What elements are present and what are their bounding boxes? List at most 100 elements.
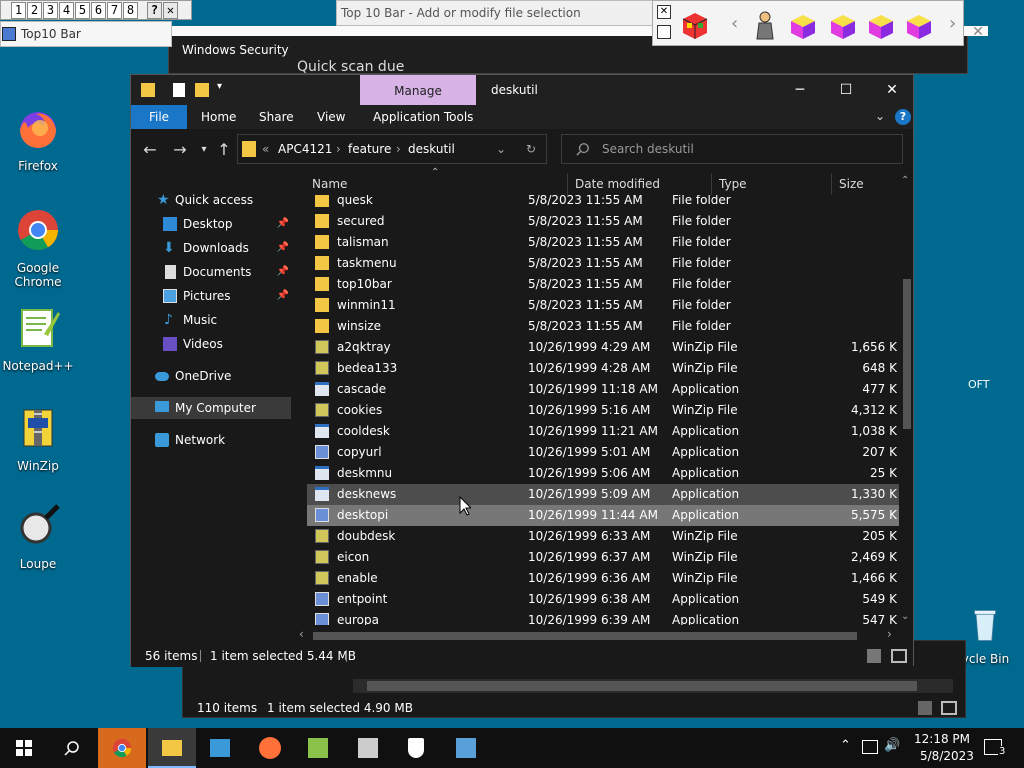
top10-help-button[interactable]: ? (147, 1, 162, 19)
back-details-view-icon[interactable] (918, 701, 932, 715)
scroll-down-icon[interactable]: ⌄ (901, 611, 909, 622)
file-row-a2qktray[interactable]: a2qktray 10/26/1999 4:29 AM WinZip File 1,6… (307, 337, 899, 358)
recycle-bin-icon[interactable] (970, 604, 1000, 644)
back-window-close-icon[interactable]: ✕ (968, 22, 988, 42)
top10-slot-1[interactable]: 1 (11, 1, 26, 19)
network-status-icon[interactable] (862, 740, 878, 754)
nav-documents[interactable]: Documents 📌 (131, 261, 291, 283)
taskbar-defender[interactable] (392, 728, 440, 768)
clock-time[interactable]: 12:18 PM (914, 732, 970, 746)
pin-icon[interactable]: 📌 (277, 261, 289, 283)
taskbar-app-network[interactable] (442, 728, 490, 768)
taskbar-file-explorer[interactable] (148, 728, 196, 768)
title-bar[interactable]: ▾ Manage deskutil ─ ☐ ✕ (131, 75, 913, 105)
search-box[interactable]: Search deskutil (561, 134, 903, 164)
desktop-icon-chrome[interactable]: Google Chrome (0, 206, 76, 289)
details-view-icon[interactable] (867, 649, 881, 663)
scroll-right-icon[interactable]: › (949, 13, 956, 34)
column-header-date[interactable]: Date modified (567, 173, 711, 195)
toolbar-close-icon[interactable]: ✕ (657, 5, 671, 19)
pin-icon[interactable]: 📌 (277, 237, 289, 259)
file-row-cascade[interactable]: cascade 10/26/1999 11:18 AM Application 477… (307, 379, 899, 400)
file-row-europa[interactable]: europa 10/26/1999 6:39 AM Application 547 K (307, 610, 899, 625)
maximize-button[interactable]: ☐ (823, 75, 869, 105)
nav-network[interactable]: Network (131, 429, 291, 451)
tab-application-tools[interactable]: Application Tools (363, 105, 483, 129)
file-row-desktopi[interactable]: desktopi 10/26/1999 11:44 AM Application 5,… (307, 505, 899, 526)
vertical-scroll-thumb[interactable] (903, 279, 911, 429)
pin-icon[interactable]: 📌 (277, 213, 289, 235)
person-icon[interactable] (749, 9, 781, 41)
horizontal-scrollbar[interactable]: ‹ › (297, 627, 901, 643)
file-row-deskmnu[interactable]: deskmnu 10/26/1999 5:06 AM Application 25 K (307, 463, 899, 484)
nav-desktop[interactable]: Desktop 📌 (131, 213, 291, 235)
top10-window-title[interactable]: Top10 Bar (0, 21, 172, 47)
nav-downloads[interactable]: ⬇ Downloads 📌 (131, 237, 291, 259)
scroll-right-arrow-icon[interactable]: › (887, 627, 892, 641)
top10-slot-4[interactable]: 4 (59, 1, 74, 19)
vertical-scrollbar[interactable]: ⌃ ⌄ (899, 175, 913, 625)
file-row-taskmenu[interactable]: taskmenu 5/8/2023 11:55 AM File folder (307, 253, 899, 274)
search-input[interactable]: Search deskutil (602, 135, 694, 163)
top10-close-button[interactable]: ✕ (163, 1, 178, 19)
file-row-desknews[interactable]: desknews 10/26/1999 5:09 AM Application 1,3… (307, 484, 899, 505)
back-arrow-icon[interactable]: ← (139, 139, 161, 161)
file-row-winmin11[interactable]: winmin11 5/8/2023 11:55 AM File folder (307, 295, 899, 316)
file-row-eicon[interactable]: eicon 10/26/1999 6:37 AM WinZip File 2,469 … (307, 547, 899, 568)
recent-locations-icon[interactable]: ▾ (193, 139, 215, 161)
address-prefix[interactable]: « (262, 135, 269, 163)
taskbar-chrome[interactable] (98, 728, 146, 768)
toolbar-minimize-icon[interactable] (657, 25, 671, 39)
rubik-cube-icon[interactable] (679, 9, 711, 41)
help-icon[interactable]: ? (895, 109, 911, 125)
top10-slot-5[interactable]: 5 (75, 1, 90, 19)
top10-slot-7[interactable]: 7 (107, 1, 122, 19)
file-row-quesk[interactable]: quesk 5/8/2023 11:55 AM File folder (307, 195, 899, 211)
nav-pictures[interactable]: Pictures 📌 (131, 285, 291, 307)
desktop-icon-notepadpp[interactable]: Notepad++ (0, 304, 76, 373)
scroll-left-icon[interactable]: ‹ (731, 13, 738, 34)
tray-overflow-icon[interactable]: ⌃ (840, 738, 851, 753)
cube-icon-4[interactable] (903, 9, 935, 41)
tab-view[interactable]: View (307, 105, 355, 129)
breadcrumb-apc4121[interactable]: APC4121 (278, 135, 332, 163)
tab-share[interactable]: Share (249, 105, 304, 129)
up-arrow-icon[interactable]: ↑ (213, 139, 235, 161)
file-row-cookies[interactable]: cookies 10/26/1999 5:16 AM WinZip File 4,31… (307, 400, 899, 421)
search-taskbar-button[interactable] (48, 728, 96, 768)
nav-music[interactable]: ♪ Music (131, 309, 291, 331)
file-row-talisman[interactable]: talisman 5/8/2023 11:55 AM File folder (307, 232, 899, 253)
new-folder-icon[interactable] (195, 83, 209, 97)
back-large-icons-view-icon[interactable] (941, 701, 957, 715)
file-explorer-window[interactable]: ▾ Manage deskutil ─ ☐ ✕ File Home Share … (130, 74, 914, 667)
file-row-copyurl[interactable]: copyurl 10/26/1999 5:01 AM Application 207 … (307, 442, 899, 463)
column-header-size[interactable]: Size (831, 173, 901, 195)
file-row-top10bar[interactable]: top10bar 5/8/2023 11:55 AM File folder (307, 274, 899, 295)
top10-slot-3[interactable]: 3 (43, 1, 58, 19)
top10-slot-8[interactable]: 8 (123, 1, 138, 19)
address-bar[interactable]: « APC4121 › feature › deskutil ⌄ ↻ (237, 134, 547, 164)
taskbar-store[interactable] (196, 728, 244, 768)
nav-my-computer[interactable]: My Computer (131, 397, 291, 419)
desktop-icon-winzip[interactable]: WinZip (0, 404, 76, 473)
scroll-left-arrow-icon[interactable]: ‹ (299, 627, 304, 641)
cube-icon-3[interactable] (865, 9, 897, 41)
qat-dropdown-icon[interactable]: ▾ (217, 81, 222, 92)
start-button[interactable] (0, 728, 48, 768)
file-row-cooldesk[interactable]: cooldesk 10/26/1999 11:21 AM Application 1,… (307, 421, 899, 442)
properties-icon[interactable] (173, 83, 185, 97)
cube-icon-2[interactable] (827, 9, 859, 41)
file-row-doubdesk[interactable]: doubdesk 10/26/1999 6:33 AM WinZip File 205… (307, 526, 899, 547)
ribbon-expand-icon[interactable]: ⌄ (875, 109, 885, 123)
desktop-icon-loupe[interactable]: Loupe (0, 502, 76, 571)
tab-home[interactable]: Home (191, 105, 246, 129)
column-header-type[interactable]: Type (711, 173, 831, 195)
tab-file[interactable]: File (131, 105, 187, 129)
nav-onedrive[interactable]: OneDrive (131, 365, 291, 387)
refresh-icon[interactable]: ↻ (526, 135, 536, 163)
clock-date[interactable]: 5/8/2023 (920, 749, 974, 763)
file-row-winsize[interactable]: winsize 5/8/2023 11:55 AM File folder (307, 316, 899, 337)
horizontal-scroll-thumb[interactable] (313, 632, 857, 640)
forward-arrow-icon[interactable]: → (169, 139, 191, 161)
scroll-up-icon[interactable]: ⌃ (901, 175, 909, 186)
